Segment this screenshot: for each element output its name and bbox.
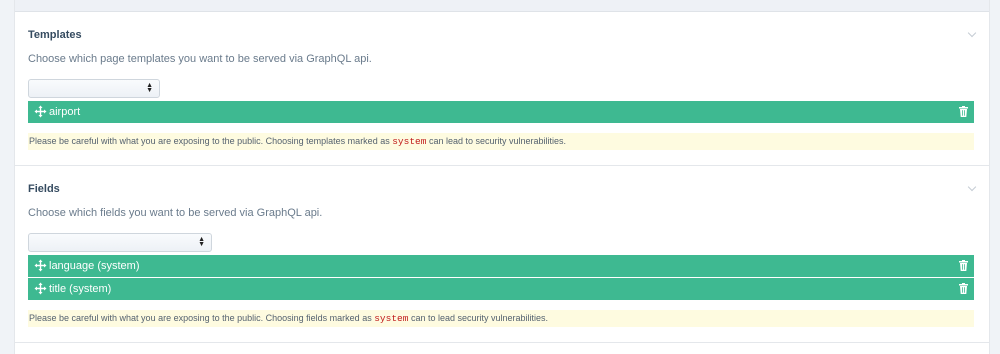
notice-text: can lead to security vulnerabilities. <box>428 136 567 146</box>
fields-select[interactable]: ▲ ▼ <box>28 233 212 252</box>
notice-code: system <box>392 136 427 147</box>
trash-icon[interactable] <box>959 283 968 294</box>
notice-text: can to lead security vulnerabilities. <box>410 313 549 323</box>
chevron-down-icon[interactable] <box>967 28 977 38</box>
list-item-label: language (system) <box>49 260 140 272</box>
fields-section-title: Fields <box>28 183 60 195</box>
templates-select[interactable]: ▲ ▼ <box>28 79 160 98</box>
templates-description: Choose which page templates you want to … <box>28 53 372 65</box>
templates-section: Templates Choose which page templates yo… <box>15 12 989 166</box>
move-arrows-icon[interactable] <box>34 282 47 295</box>
top-bar <box>15 0 989 12</box>
move-arrows-icon[interactable] <box>34 259 47 272</box>
select-arrows-icon: ▲ ▼ <box>198 236 205 248</box>
chevron-down-icon[interactable] <box>967 182 977 192</box>
list-item-label: airport <box>49 106 81 118</box>
templates-section-title: Templates <box>28 29 82 41</box>
notice-code: system <box>374 313 409 324</box>
templates-security-notice: Please be careful with what you are expo… <box>28 133 974 150</box>
select-arrows-icon: ▲ ▼ <box>146 82 153 94</box>
notice-text: Please be careful with what you are expo… <box>29 313 372 323</box>
list-item[interactable]: title (system) <box>28 278 974 300</box>
list-item[interactable]: language (system) <box>28 255 974 277</box>
list-item[interactable]: airport <box>28 101 974 123</box>
fields-section: Fields Choose which fields you want to b… <box>15 166 989 343</box>
trash-icon[interactable] <box>959 106 968 117</box>
move-arrows-icon[interactable] <box>34 105 47 118</box>
fields-description: Choose which fields you want to be serve… <box>28 207 323 219</box>
list-item-label: title (system) <box>49 283 112 295</box>
fields-security-notice: Please be careful with what you are expo… <box>28 310 974 327</box>
settings-panel: Templates Choose which page templates yo… <box>14 0 990 354</box>
notice-text: Please be careful with what you are expo… <box>29 136 390 146</box>
trash-icon[interactable] <box>959 260 968 271</box>
